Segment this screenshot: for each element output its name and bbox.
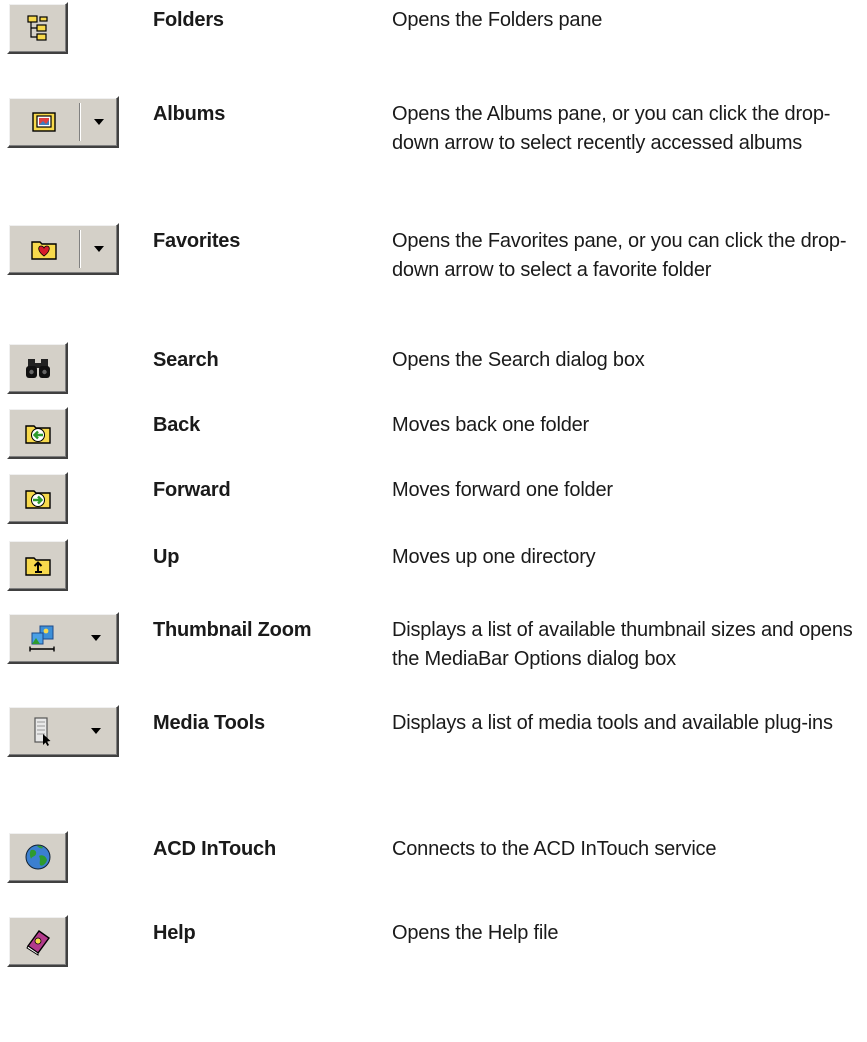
button-name: ACD InTouch bbox=[153, 838, 276, 860]
search-button[interactable] bbox=[7, 342, 68, 394]
globe-icon bbox=[25, 844, 50, 870]
thumbnail-zoom-icon bbox=[29, 625, 55, 652]
button-description: Displays a list of media tools and avail… bbox=[392, 712, 833, 734]
thumbnail-zoom-button[interactable] bbox=[7, 612, 119, 664]
chevron-down-icon bbox=[93, 119, 104, 125]
media-tools-button[interactable] bbox=[7, 705, 119, 757]
button-name: Albums bbox=[153, 103, 226, 125]
button-name: Media Tools bbox=[153, 712, 265, 734]
button-description: Connects to the ACD InTouch service bbox=[392, 838, 717, 860]
button-description: Opens the Help file bbox=[392, 922, 559, 944]
media-tools-icon bbox=[34, 717, 51, 746]
button-description: Opens the Favorites pane, or you can cli… bbox=[392, 230, 847, 281]
albums-button[interactable] bbox=[7, 96, 119, 148]
media-tools-main-button[interactable] bbox=[9, 707, 75, 755]
button-name: Help bbox=[153, 922, 196, 944]
button-description: Opens the Folders pane bbox=[392, 9, 603, 31]
favorites-button[interactable] bbox=[7, 223, 119, 275]
help-button[interactable] bbox=[7, 915, 68, 967]
help-book-icon bbox=[25, 930, 50, 956]
folder-up-arrow-icon bbox=[24, 557, 51, 576]
album-icon bbox=[32, 112, 56, 132]
back-button[interactable] bbox=[7, 407, 68, 459]
button-name: Thumbnail Zoom bbox=[153, 619, 312, 641]
button-description: Moves up one directory bbox=[392, 546, 596, 568]
button-name: Search bbox=[153, 349, 219, 371]
folder-forward-arrow-icon bbox=[24, 490, 51, 509]
up-button[interactable] bbox=[7, 539, 68, 591]
favorites-folder-heart-icon bbox=[31, 241, 57, 260]
thumbnail-zoom-dropdown-arrow[interactable] bbox=[75, 614, 117, 662]
chevron-down-icon bbox=[93, 246, 104, 252]
button-description: Moves forward one folder bbox=[392, 479, 613, 501]
favorites-main-button[interactable] bbox=[9, 225, 79, 273]
button-description: Displays a list of available thumbnail s… bbox=[392, 619, 853, 670]
button-name: Up bbox=[153, 546, 180, 568]
folders-tree-icon bbox=[26, 15, 48, 41]
button-name: Favorites bbox=[153, 230, 241, 252]
button-name: Forward bbox=[153, 479, 231, 501]
chevron-down-icon bbox=[91, 728, 101, 734]
albums-dropdown-arrow[interactable] bbox=[80, 98, 117, 146]
binoculars-icon bbox=[25, 359, 50, 378]
button-name: Folders bbox=[153, 9, 224, 31]
button-description: Opens the Albums pane, or you can click … bbox=[392, 103, 831, 154]
folder-back-arrow-icon bbox=[24, 425, 51, 444]
favorites-dropdown-arrow[interactable] bbox=[80, 225, 117, 273]
thumbnail-zoom-main-button[interactable] bbox=[9, 614, 75, 662]
chevron-down-icon bbox=[91, 635, 101, 641]
button-name: Back bbox=[153, 414, 201, 436]
button-description: Opens the Search dialog box bbox=[392, 349, 645, 371]
button-description: Moves back one folder bbox=[392, 414, 590, 436]
acd-intouch-button[interactable] bbox=[7, 831, 68, 883]
media-tools-dropdown-arrow[interactable] bbox=[75, 707, 117, 755]
folders-button[interactable] bbox=[7, 2, 68, 54]
albums-main-button[interactable] bbox=[9, 98, 79, 146]
forward-button[interactable] bbox=[7, 472, 68, 524]
